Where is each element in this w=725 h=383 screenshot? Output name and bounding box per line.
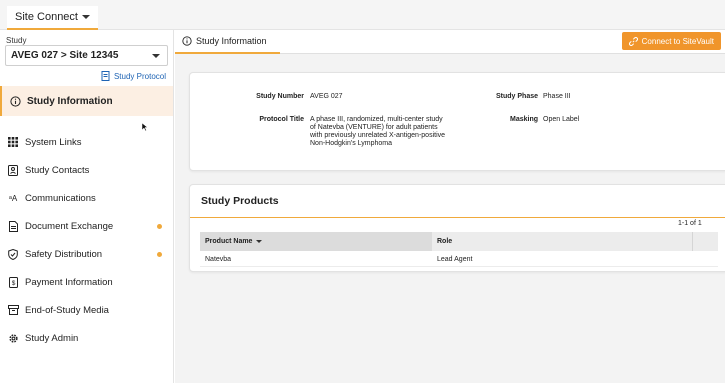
study-products-card: Study Products 1-1 of 1 Product Name Rol… [189, 184, 725, 272]
column-header-actions [692, 232, 718, 251]
chevron-down-icon [152, 54, 160, 58]
connect-button-label: Connect to SiteVault [641, 36, 714, 46]
column-header-product-name[interactable]: Product Name [200, 232, 432, 251]
record-count: 1-1 of 1 [678, 220, 702, 227]
notification-dot [157, 224, 162, 229]
study-phase-value: Phase III [543, 93, 571, 100]
study-number-value: AVEG 027 [310, 93, 343, 100]
mouse-pointer-icon [142, 123, 148, 131]
product-name-cell: Natevba [205, 255, 232, 263]
sidebar-item-safety-distribution[interactable]: Safety Distribution [0, 240, 173, 268]
sidebar-item-end-of-study-media[interactable]: End-of-Study Media [0, 296, 173, 324]
contact-card-icon [7, 164, 19, 176]
top-bar: Site Connect [0, 0, 725, 30]
protocol-title-line: with previously unrelated X-antigen-posi… [310, 132, 446, 139]
main-content: Study Information Connect to SiteVault S… [175, 30, 725, 383]
sidebar-item-study-information[interactable]: Study Information [0, 86, 173, 116]
protocol-title-line: of Natevba (VENTURE) for adult patients [310, 124, 438, 131]
tab-bar: Study Information Connect to SiteVault [175, 30, 725, 54]
document-icon [101, 71, 110, 81]
link-icon [628, 36, 638, 46]
sort-desc-icon [256, 240, 263, 243]
svg-text:$: $ [11, 280, 15, 287]
sidebar-item-label: Communications [25, 192, 96, 204]
tab-study-information[interactable]: Study Information [175, 30, 280, 54]
divider [190, 217, 725, 218]
column-header-label: Product Name [205, 238, 253, 245]
site-connect-menu[interactable]: Site Connect [7, 6, 98, 30]
study-select[interactable]: AVEG 027 > Site 12345 [5, 45, 168, 66]
translate-icon: ᵃA [8, 193, 18, 203]
shield-check-icon [7, 248, 19, 260]
protocol-title-line: Non-Hodgkin's Lymphoma [310, 140, 393, 147]
sidebar-item-label: System Links [25, 136, 82, 148]
masking-value: Open Label [543, 116, 580, 123]
sidebar-item-label: Document Exchange [25, 220, 114, 232]
gear-icon [7, 332, 19, 344]
sidebar-item-label: Study Information [27, 95, 113, 107]
sidebar-item-payment-information[interactable]: $ Payment Information [0, 268, 173, 296]
sidebar-item-label: Safety Distribution [25, 248, 103, 260]
role-cell: Lead Agent [437, 255, 473, 263]
sidebar-item-study-admin[interactable]: Study Admin [0, 324, 173, 352]
tab-label: Study Information [196, 36, 267, 46]
sidebar: Study AVEG 027 > Site 12345 Study Protoc… [0, 30, 174, 383]
protocol-title-label: Protocol Title [259, 116, 304, 123]
study-label: Study [6, 36, 27, 45]
column-header-label: Role [437, 238, 453, 245]
study-products-title: Study Products [201, 195, 279, 207]
study-phase-label: Study Phase [495, 93, 538, 100]
sidebar-item-label: Study Contacts [25, 164, 90, 176]
column-header-role[interactable]: Role [432, 232, 692, 251]
sidebar-item-system-links[interactable]: System Links [0, 128, 173, 156]
study-protocol-label: Study Protocol [113, 71, 166, 81]
sidebar-item-communications[interactable]: ᵃA Communications [0, 184, 173, 212]
info-circle-icon [9, 95, 21, 107]
document-icon [7, 220, 19, 232]
study-information-card: Study Number AVEG 027 Protocol Title A p… [189, 72, 725, 171]
info-circle-icon [182, 36, 192, 46]
table-header: Product Name Role [200, 232, 718, 251]
site-connect-label: Site Connect [15, 11, 78, 23]
study-select-value: AVEG 027 > Site 12345 [11, 50, 119, 61]
study-number-label: Study Number [256, 93, 304, 100]
study-protocol-link[interactable]: Study Protocol [101, 71, 166, 81]
connect-to-sitevault-button[interactable]: Connect to SiteVault [621, 32, 721, 50]
sidebar-item-label: Payment Information [25, 276, 113, 288]
archive-box-icon [7, 304, 19, 316]
sidebar-item-document-exchange[interactable]: Document Exchange [0, 212, 173, 240]
sidebar-item-label: Study Admin [25, 332, 79, 344]
masking-label: Masking [509, 116, 538, 123]
sidebar-item-study-contacts[interactable]: Study Contacts [0, 156, 173, 184]
table-row[interactable]: Natevba Lead Agent [200, 251, 718, 267]
receipt-icon: $ [7, 276, 19, 288]
grid-icon [7, 136, 19, 148]
chevron-down-icon [81, 15, 90, 19]
notification-dot [157, 252, 162, 257]
sidebar-item-label: End-of-Study Media [25, 304, 109, 316]
